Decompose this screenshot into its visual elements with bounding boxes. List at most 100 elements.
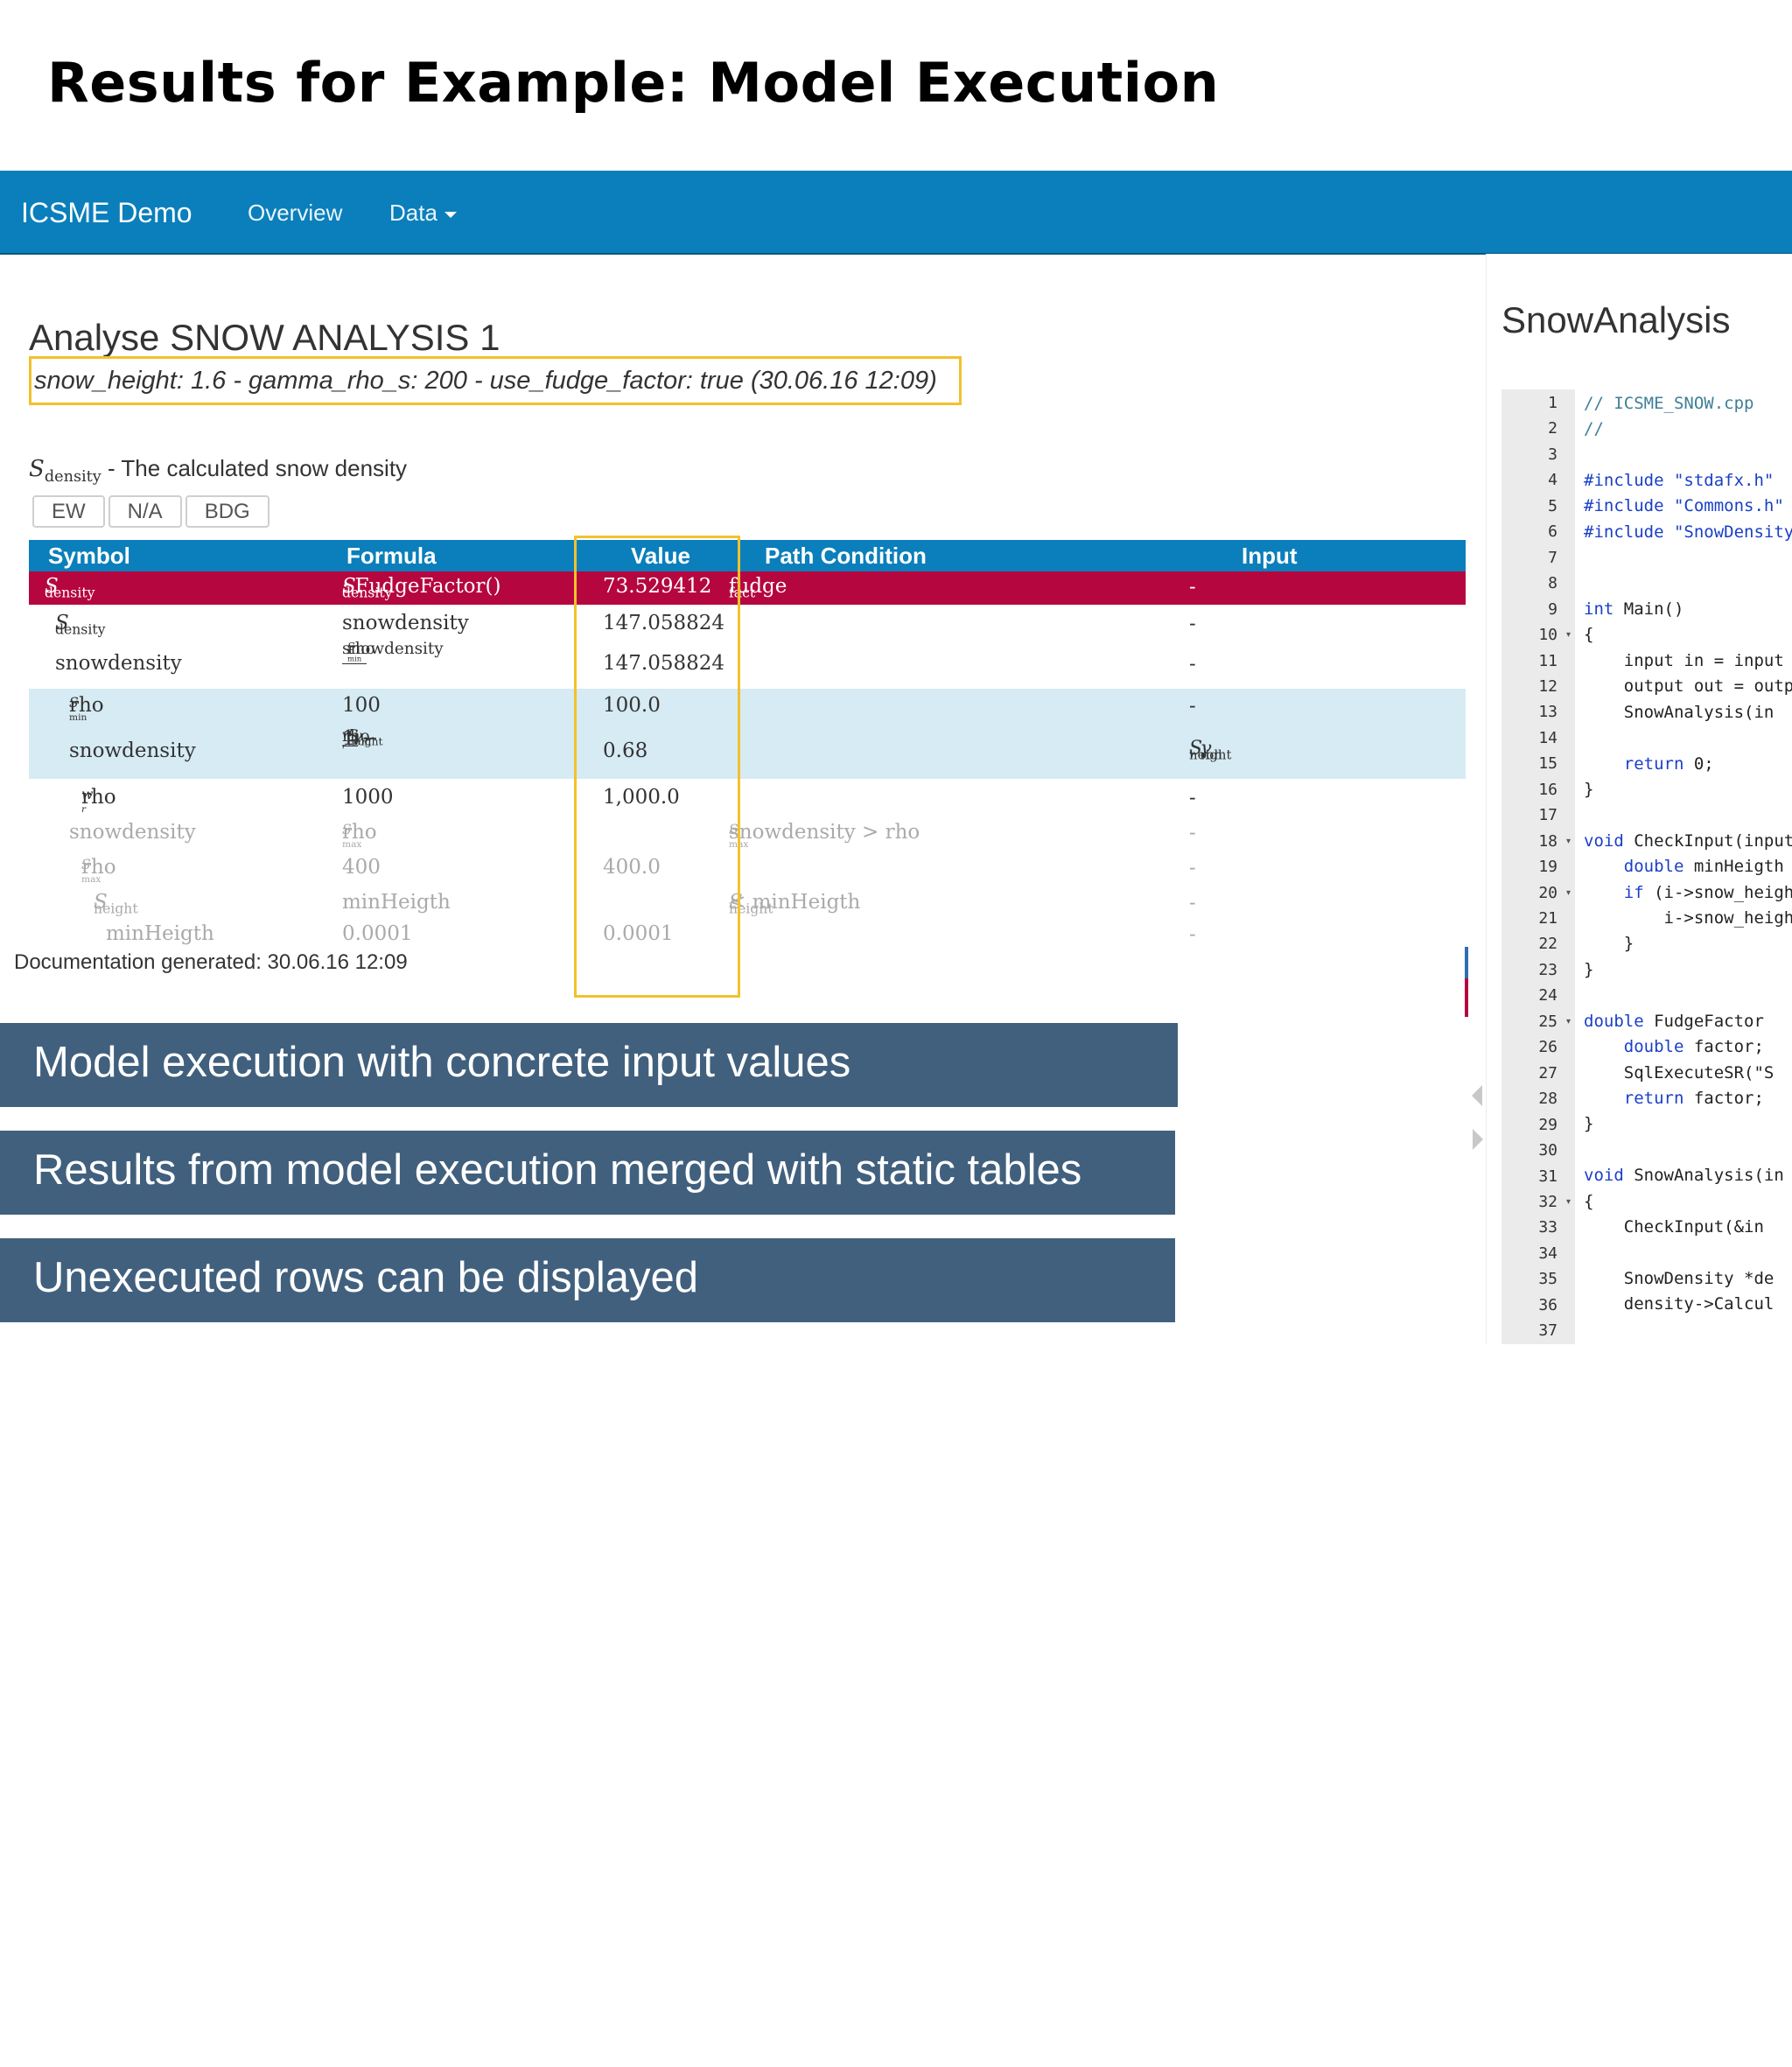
- line-number: 6: [1548, 522, 1558, 542]
- table-row[interactable]: snowdensity 1 − Sheight · γ roh rho w r 0.68…: [29, 724, 1466, 779]
- table-row[interactable]: Sdensity snowdensity 147.058824 -: [29, 605, 1466, 640]
- table-row[interactable]: minHeigth 0.0001 0.0001 -: [29, 919, 1466, 950]
- line-number: 21: [1538, 909, 1558, 928]
- line-number: 37: [1538, 1321, 1558, 1341]
- cell-formula: minHeigth: [342, 891, 451, 914]
- code-line: int Main(): [1584, 599, 1684, 619]
- table-row[interactable]: rho w r 1000 1,000.0 -: [29, 779, 1466, 816]
- fold-arrow-icon[interactable]: ▾: [1566, 837, 1571, 846]
- cell-input: Sheight , γ roh ,: [1189, 738, 1232, 763]
- nav-overview[interactable]: Overview: [248, 200, 342, 227]
- header-input: Input: [1242, 543, 1298, 569]
- line-number: 31: [1538, 1167, 1558, 1186]
- cell-symbol: Sheight: [94, 891, 138, 917]
- fold-arrow-icon[interactable]: ▾: [1566, 1197, 1571, 1207]
- panel-scroll-rail: [1463, 1096, 1477, 2067]
- code-line: return factor;: [1584, 1089, 1764, 1108]
- table-row[interactable]: Sdensity Sdensity · FudgeFactor() 73.529…: [29, 571, 1466, 605]
- cell-symbol: minHeigth: [106, 922, 214, 945]
- line-number: 1: [1548, 394, 1558, 412]
- unit-button-ew[interactable]: EW: [32, 495, 105, 528]
- callout-banner-model-execution: Model execution with concrete input valu…: [0, 1023, 1178, 1107]
- table-row[interactable]: rho Smin 100 100.0 -: [29, 689, 1466, 724]
- line-number: 7: [1548, 548, 1558, 567]
- code-line: #include "SnowDensity.h": [1584, 522, 1792, 542]
- code-panel-title: SnowAnalysis: [1502, 299, 1731, 340]
- cell-input: -: [1189, 612, 1196, 634]
- code-line: // ICSME_SNOW.cpp: [1584, 394, 1754, 413]
- cell-input: -: [1189, 575, 1196, 598]
- cell-input: -: [1189, 891, 1196, 914]
- results-table: Symbol Formula Value Path Condition Inpu…: [29, 540, 1466, 950]
- table-header: Symbol Formula Value Path Condition Inpu…: [29, 540, 1466, 571]
- code-line: return 0;: [1584, 754, 1714, 774]
- cell-formula: 1000: [342, 786, 394, 809]
- unit-button-na[interactable]: N/A: [108, 495, 182, 528]
- fold-arrow-icon[interactable]: ▾: [1566, 630, 1571, 640]
- line-number: 17: [1538, 806, 1558, 825]
- cell-symbol: snowdensity: [69, 739, 196, 762]
- code-line: density->Calcul: [1584, 1294, 1774, 1314]
- line-number: 20: [1538, 883, 1558, 902]
- line-number-gutter: 1 2 3 4 5 6 7 8 9 10 ▾ 11 12 13 14 15 16 17 18 ▾ 19 20 ▾ 21 22 23…: [1502, 389, 1575, 1344]
- cell-formula: 0.0001: [342, 922, 413, 945]
- line-number: 29: [1538, 1115, 1558, 1134]
- slide-title: Results for Example: Model Execution: [47, 51, 1220, 115]
- cell-symbol: rho Smin: [69, 694, 104, 723]
- line-number: 27: [1538, 1063, 1558, 1083]
- line-number: 23: [1538, 960, 1558, 979]
- code-line: }: [1584, 960, 1594, 979]
- line-number: 3: [1548, 445, 1558, 464]
- code-line: SqlExecuteSR("S: [1584, 1063, 1774, 1083]
- line-number: 34: [1538, 1244, 1558, 1263]
- header-symbol: Symbol: [48, 543, 130, 569]
- cell-formula: rho Smax: [342, 821, 377, 850]
- cell-symbol: rho Smax: [81, 856, 116, 885]
- line-number: 35: [1538, 1270, 1558, 1289]
- variable-description: Sdensity - The calculated snow density: [29, 455, 407, 486]
- line-number: 11: [1538, 651, 1558, 670]
- line-number: 30: [1538, 1141, 1558, 1160]
- cell-input: -: [1189, 821, 1196, 844]
- line-number: 5: [1548, 496, 1558, 515]
- code-line: //: [1584, 419, 1604, 438]
- cell-formula: 100: [342, 694, 381, 717]
- cell-symbol: snowdensity: [55, 652, 182, 675]
- navbar-brand[interactable]: ICSME Demo: [21, 197, 192, 229]
- table-row[interactable]: Sheight minHeigth Sheight < minHeigth -: [29, 886, 1466, 919]
- cell-input: -: [1189, 856, 1196, 879]
- code-line: SnowAnalysis(in: [1584, 703, 1774, 722]
- code-line: i->snow_height: [1584, 908, 1792, 928]
- line-number: 10: [1538, 626, 1558, 645]
- top-navbar: ICSME Demo Overview Data: [0, 171, 1792, 255]
- table-row[interactable]: snowdensity rho Smax snowdensity > rho Sma…: [29, 816, 1466, 851]
- line-number: 14: [1538, 728, 1558, 747]
- cell-symbol: snowdensity: [69, 821, 196, 844]
- code-line: input in = input: [1584, 651, 1784, 670]
- table-row[interactable]: rho Smax 400 400.0 -: [29, 851, 1466, 886]
- fold-arrow-icon[interactable]: ▾: [1566, 888, 1571, 898]
- arrow-left-icon[interactable]: [1472, 1085, 1482, 1106]
- arrow-right-icon[interactable]: [1473, 1129, 1483, 1150]
- cell-input: -: [1189, 652, 1196, 675]
- line-number: 13: [1538, 703, 1558, 722]
- code-line: double minHeigth: [1584, 857, 1784, 876]
- unit-button-bdg[interactable]: BDG: [185, 495, 270, 528]
- cell-symbol: Sdensity: [55, 612, 106, 638]
- table-row[interactable]: snowdensity rho Smin snowdensity 147.05882…: [29, 640, 1466, 689]
- nav-data-dropdown[interactable]: Data: [389, 200, 457, 227]
- code-line: #include "Commons.h": [1584, 496, 1784, 515]
- fold-arrow-icon[interactable]: ▾: [1566, 1017, 1571, 1026]
- code-editor[interactable]: // ICSME_SNOW.cpp // #include "stdafx.h"…: [1584, 389, 1792, 1344]
- line-number: 26: [1538, 1038, 1558, 1057]
- cell-input: -: [1189, 786, 1196, 809]
- line-number: 28: [1538, 1090, 1558, 1109]
- line-number: 9: [1548, 599, 1558, 619]
- line-number: 36: [1538, 1295, 1558, 1314]
- code-line: void SnowAnalysis(in: [1584, 1166, 1784, 1185]
- code-line: CheckInput(&in: [1584, 1217, 1764, 1237]
- code-line: SnowDensity *de: [1584, 1269, 1774, 1288]
- code-line: output out = output: [1584, 676, 1792, 696]
- value-column-highlight: [574, 536, 740, 998]
- code-line: #include "stdafx.h": [1584, 471, 1774, 490]
